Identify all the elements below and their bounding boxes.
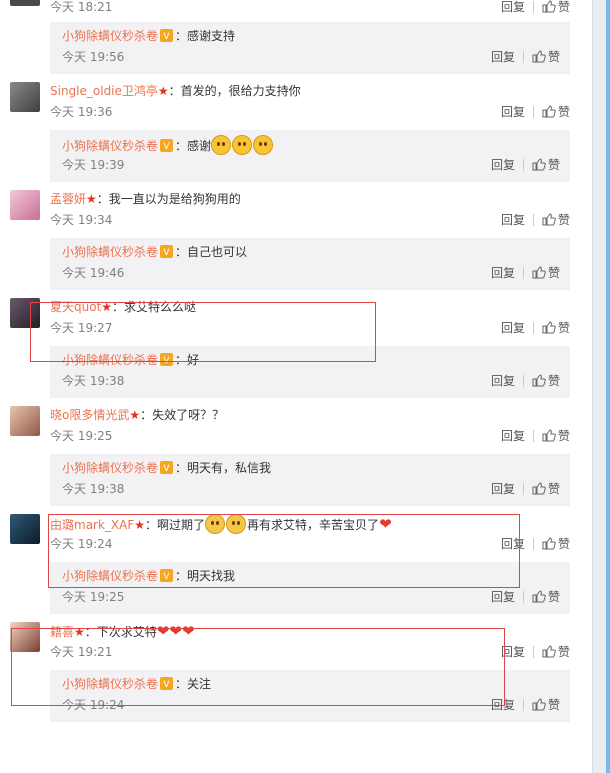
reply-text: ：感谢支持 xyxy=(175,29,236,43)
comment-text: ：首发的，很给力支持你 xyxy=(168,84,301,98)
comment-item: 今天 18:21 回复 赞 xyxy=(0,0,592,22)
reply-button[interactable]: 回复 xyxy=(491,482,515,496)
reply-button[interactable]: 回复 xyxy=(501,429,525,443)
vip-badge-icon: V xyxy=(160,245,174,258)
reply-author[interactable]: 小狗除螨仪秒杀卷 xyxy=(62,139,158,153)
reply-item: 小狗除螨仪秒杀卷 V ：自己也可以 今天 19:46 回复 赞 xyxy=(50,238,570,290)
smile-emoji-icon xyxy=(232,135,253,155)
highlight-box xyxy=(30,302,376,362)
reply-button[interactable]: 回复 xyxy=(491,374,515,388)
highlight-box xyxy=(11,628,505,706)
like-button[interactable]: 赞 xyxy=(548,482,560,496)
like-button[interactable]: 赞 xyxy=(558,645,570,659)
thumbs-up-icon[interactable] xyxy=(532,698,546,711)
reply-time: 今天 19:38 xyxy=(62,374,125,388)
star-icon: ★ xyxy=(86,192,97,206)
svg-text:V: V xyxy=(163,248,170,258)
avatar[interactable] xyxy=(10,514,40,544)
comment-time: 今天 19:25 xyxy=(50,429,113,443)
thumbs-up-icon[interactable] xyxy=(542,645,556,658)
thumbs-up-icon[interactable] xyxy=(532,158,546,171)
reply-button[interactable]: 回复 xyxy=(501,213,525,227)
vip-badge-icon: V xyxy=(160,29,174,42)
avatar[interactable] xyxy=(10,0,40,6)
like-button[interactable]: 赞 xyxy=(548,266,560,280)
thumbs-up-icon[interactable] xyxy=(532,590,546,603)
vip-badge-icon: V xyxy=(160,461,174,474)
thumbs-up-icon[interactable] xyxy=(542,537,556,550)
reply-button[interactable]: 回复 xyxy=(501,0,525,14)
thumbs-up-icon[interactable] xyxy=(542,321,556,334)
reply-button[interactable]: 回复 xyxy=(491,266,515,280)
like-button[interactable]: 赞 xyxy=(548,374,560,388)
right-edge-accent xyxy=(606,0,610,773)
comment-time: 今天 19:36 xyxy=(50,105,113,119)
reply-button[interactable]: 回复 xyxy=(501,105,525,119)
thumbs-up-icon[interactable] xyxy=(542,429,556,442)
reply-text: ：自己也可以 xyxy=(175,245,248,259)
reply-item: 小狗除螨仪秒杀卷 V ：明天有，私信我 今天 19:38 回复 赞 xyxy=(50,454,570,506)
like-button[interactable]: 赞 xyxy=(548,50,560,64)
reply-text: ：感谢 xyxy=(175,139,212,153)
thumbs-up-icon[interactable] xyxy=(532,482,546,495)
thumbs-up-icon[interactable] xyxy=(542,105,556,118)
reply-author[interactable]: 小狗除螨仪秒杀卷 xyxy=(62,461,158,475)
like-button[interactable]: 赞 xyxy=(558,105,570,119)
comment-text: ：失效了呀？？ xyxy=(140,408,225,422)
comment-item: 晓o限多情光武★：失效了呀？？ 今天 19:25 回复 赞 xyxy=(0,398,592,454)
comment-author[interactable]: Single_oldie卫鸿亭 xyxy=(50,84,158,98)
vip-badge-icon: V xyxy=(160,139,174,152)
star-icon: ★ xyxy=(129,408,141,422)
comment-time: 今天 19:34 xyxy=(50,213,113,227)
comment-time: 今天 18:21 xyxy=(50,0,113,14)
smile-emoji-icon xyxy=(211,135,232,155)
avatar[interactable] xyxy=(10,82,40,112)
like-button[interactable]: 赞 xyxy=(548,158,560,172)
like-button[interactable]: 赞 xyxy=(558,213,570,227)
thumbs-up-icon[interactable] xyxy=(532,374,546,387)
reply-button[interactable]: 回复 xyxy=(501,321,525,335)
comment-item: 孟蓉妍★：我一直以为是给狗狗用的 今天 19:34 回复 赞 xyxy=(0,182,592,238)
svg-text:V: V xyxy=(163,142,170,152)
thumbs-up-icon[interactable] xyxy=(542,213,556,226)
smile-emoji-icon xyxy=(253,135,274,155)
like-button[interactable]: 赞 xyxy=(548,698,560,712)
comment-author[interactable]: 孟蓉妍 xyxy=(50,192,86,206)
thumbs-up-icon[interactable] xyxy=(532,266,546,279)
highlight-box xyxy=(48,514,520,588)
reply-item: 小狗除螨仪秒杀卷 V ：感谢 今天 19:39 回复 赞 xyxy=(50,130,570,182)
like-button[interactable]: 赞 xyxy=(548,590,560,604)
comment-actions: 回复 赞 xyxy=(501,0,570,16)
reply-text: ：明天有，私信我 xyxy=(175,461,272,475)
like-button[interactable]: 赞 xyxy=(558,321,570,335)
comment-item: Single_oldie卫鸿亭★：首发的，很给力支持你 今天 19:36 回复 赞 xyxy=(0,74,592,130)
right-edge-panel xyxy=(592,0,610,773)
reply-time: 今天 19:46 xyxy=(62,266,125,280)
svg-text:V: V xyxy=(163,32,170,42)
reply-time: 今天 19:56 xyxy=(62,50,125,64)
like-button[interactable]: 赞 xyxy=(558,537,570,551)
reply-time: 今天 19:39 xyxy=(62,158,125,172)
like-button[interactable]: 赞 xyxy=(558,429,570,443)
comment-text: ：我一直以为是给狗狗用的 xyxy=(96,192,241,206)
reply-time: 今天 19:25 xyxy=(62,590,125,604)
svg-text:V: V xyxy=(163,464,170,474)
thumbs-up-icon[interactable] xyxy=(532,50,546,63)
reply-item: 小狗除螨仪秒杀卷 V ：感谢支持 今天 19:56 回复 赞 xyxy=(50,22,570,74)
reply-button[interactable]: 回复 xyxy=(491,158,515,172)
reply-author[interactable]: 小狗除螨仪秒杀卷 xyxy=(62,245,158,259)
reply-button[interactable]: 回复 xyxy=(491,50,515,64)
reply-author[interactable]: 小狗除螨仪秒杀卷 xyxy=(62,29,158,43)
avatar[interactable] xyxy=(10,406,40,436)
avatar[interactable] xyxy=(10,190,40,220)
reply-time: 今天 19:38 xyxy=(62,482,125,496)
star-icon: ★ xyxy=(157,84,169,98)
like-button[interactable]: 赞 xyxy=(558,0,570,14)
reply-button[interactable]: 回复 xyxy=(491,590,515,604)
thumbs-up-icon[interactable] xyxy=(542,0,556,13)
comment-author[interactable]: 晓o限多情光武 xyxy=(50,408,129,422)
